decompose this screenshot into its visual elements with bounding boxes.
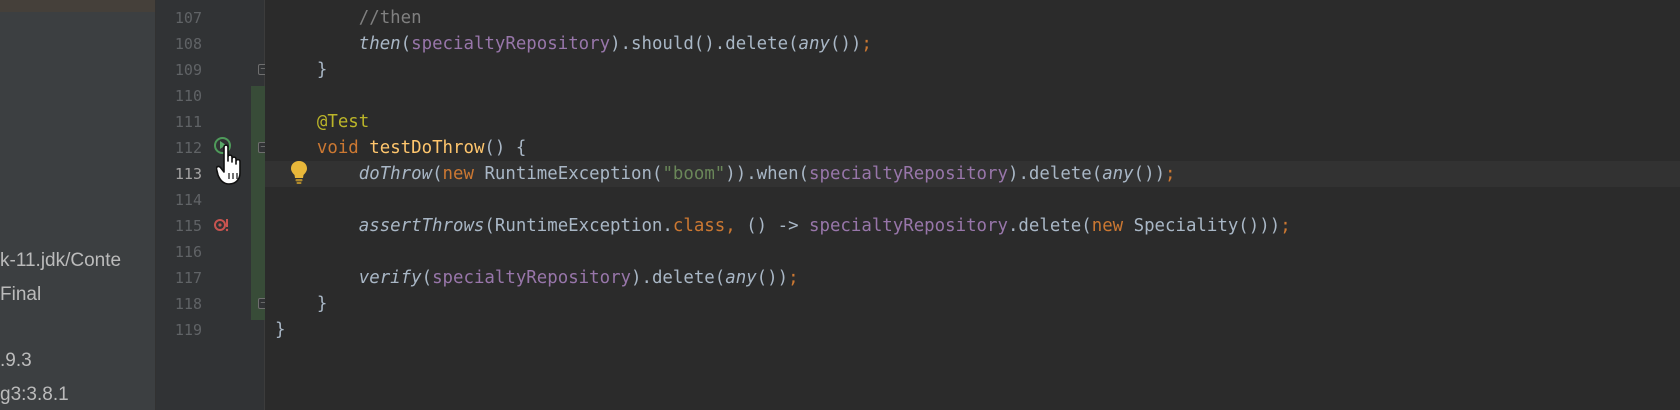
code-token: ).should().delete(: [610, 34, 799, 54]
project-tree-item[interactable]: g3:3.8.1: [0, 384, 69, 406]
code-token: verify: [358, 268, 422, 288]
code-line[interactable]: @Test: [275, 109, 369, 135]
project-tree-item[interactable]: k-11.jdk/Conte: [0, 250, 121, 272]
line-number[interactable]: 111: [160, 109, 202, 135]
code-token: any: [725, 268, 757, 288]
code-token: specialtyRepository: [809, 164, 1008, 184]
line-number[interactable]: 119: [160, 317, 202, 343]
code-editor[interactable]: [265, 0, 1680, 410]
code-token: (RuntimeException.: [484, 216, 673, 236]
code-line[interactable]: }: [275, 291, 327, 317]
code-token: ,: [725, 216, 747, 236]
code-token: assertThrows: [358, 216, 485, 236]
code-line[interactable]: doThrow(new RuntimeException("boom")).wh…: [275, 161, 1176, 187]
code-token: Speciality())): [1133, 216, 1281, 236]
project-tree-item[interactable]: .9.3: [0, 350, 32, 372]
line-number[interactable]: 116: [160, 239, 202, 265]
code-token: //then: [358, 8, 422, 28]
code-token: specialtyRepository: [809, 216, 1008, 236]
code-token: specialtyRepository: [411, 34, 611, 54]
ide-window: k-11.jdk/Conte Final .9.3 g3:3.8.1 107 10…: [0, 0, 1680, 410]
code-token: .delete(: [1007, 216, 1092, 236]
code-token: () ->: [746, 216, 810, 236]
code-token: ;: [788, 268, 799, 288]
code-token: doThrow: [358, 164, 433, 184]
line-number[interactable]: 110: [160, 83, 202, 109]
line-number[interactable]: 114: [160, 187, 202, 213]
code-token: void: [316, 138, 370, 158]
code-token: @Test: [316, 112, 370, 132]
code-token: specialtyRepository: [432, 268, 632, 288]
code-token: any: [798, 34, 830, 54]
code-token: testDoThrow: [369, 138, 485, 158]
code-token: }: [275, 294, 328, 314]
test-failed-icon[interactable]: [213, 217, 229, 233]
code-line[interactable]: //then: [275, 5, 422, 31]
code-token: (: [432, 164, 443, 184]
code-token: RuntimeException(: [484, 164, 663, 184]
line-number[interactable]: 108: [160, 31, 202, 57]
code-line[interactable]: then(specialtyRepository).should().delet…: [275, 31, 872, 57]
code-line[interactable]: void testDoThrow() {: [275, 135, 526, 161]
code-token: "boom": [662, 164, 726, 184]
code-token: }: [275, 60, 328, 80]
project-panel[interactable]: k-11.jdk/Conte Final .9.3 g3:3.8.1: [0, 0, 156, 410]
code-line[interactable]: verify(specialtyRepository).delete(any()…: [275, 265, 799, 291]
code-token: ;: [1280, 216, 1291, 236]
code-token: then: [358, 34, 401, 54]
code-token: class: [672, 216, 726, 236]
code-line[interactable]: }: [275, 57, 327, 83]
code-line[interactable]: }: [275, 317, 285, 343]
code-token: ()): [1133, 164, 1166, 184]
code-token: new: [1091, 216, 1134, 236]
line-number[interactable]: 115: [160, 213, 202, 239]
code-token: new: [442, 164, 485, 184]
code-token: (: [400, 34, 412, 54]
line-number[interactable]: 113: [160, 161, 202, 187]
lightbulb-icon[interactable]: [289, 159, 309, 185]
project-tree-item[interactable]: Final: [0, 284, 41, 306]
line-number[interactable]: 118: [160, 291, 202, 317]
code-token: ()): [829, 34, 862, 54]
project-panel-header-strip: [0, 0, 155, 12]
code-token: )).when(: [725, 164, 810, 184]
line-number[interactable]: 109: [160, 57, 202, 83]
code-token: ()): [756, 268, 789, 288]
code-token: (: [421, 268, 433, 288]
code-token: ).delete(: [1007, 164, 1103, 184]
code-line[interactable]: assertThrows(RuntimeException.class, () …: [275, 213, 1291, 239]
line-number[interactable]: 117: [160, 265, 202, 291]
line-number[interactable]: 112: [160, 135, 202, 161]
code-token: ).delete(: [631, 268, 726, 288]
code-token: any: [1102, 164, 1134, 184]
code-token: ;: [861, 34, 872, 54]
code-token: }: [275, 320, 286, 340]
vcs-change-marker[interactable]: [251, 86, 266, 320]
code-token: () {: [484, 138, 527, 158]
line-number[interactable]: 107: [160, 5, 202, 31]
code-token: ;: [1165, 164, 1176, 184]
hand-cursor-icon: [216, 144, 241, 185]
